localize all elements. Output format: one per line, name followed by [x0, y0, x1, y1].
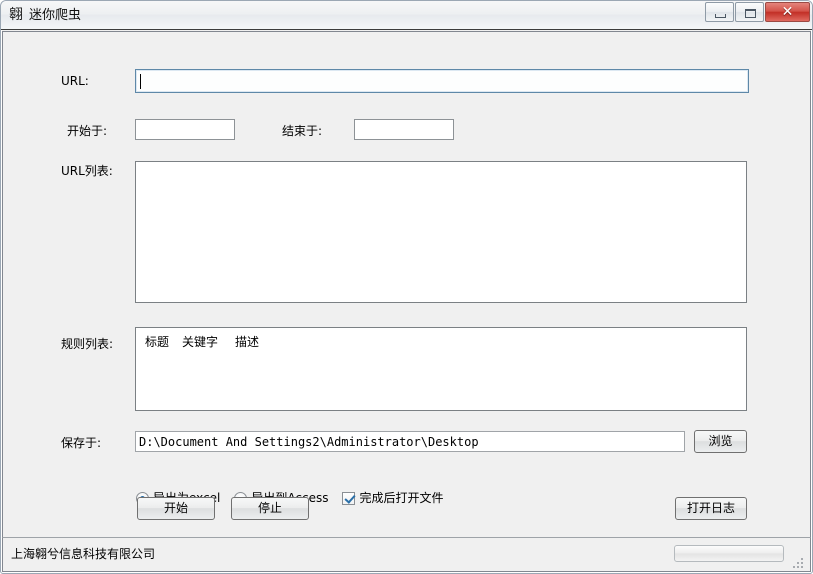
close-button[interactable]: ✕: [765, 2, 810, 22]
column-header-title[interactable]: 标题: [145, 335, 169, 350]
end-at-label: 结束于:: [282, 124, 323, 138]
save-path-input[interactable]: D:\Document And Settings2\Administrator\…: [135, 431, 685, 452]
app-window: 翱 迷你爬虫 ✕ URL: 开始于: 结束于: URL列表: 规则列表: 标题 …: [0, 0, 813, 574]
open-log-button[interactable]: 打开日志: [675, 497, 747, 520]
end-at-input[interactable]: [354, 119, 454, 140]
minimize-icon: [715, 14, 726, 18]
column-header-keyword[interactable]: 关键字: [182, 335, 218, 350]
start-button[interactable]: 开始: [137, 497, 215, 520]
url-list-textarea[interactable]: [135, 161, 747, 303]
window-title: 迷你爬虫: [29, 8, 82, 23]
start-at-input[interactable]: [135, 119, 235, 140]
column-header-description[interactable]: 描述: [235, 335, 259, 350]
window-controls: ✕: [705, 2, 810, 22]
save-to-label: 保存于:: [61, 436, 102, 450]
url-label: URL:: [61, 74, 89, 88]
rule-list-label: 规则列表:: [61, 337, 114, 351]
resize-grip-icon[interactable]: [793, 555, 806, 568]
close-icon: ✕: [781, 4, 794, 20]
checkbox-open-after-finish-label: 完成后打开文件: [359, 491, 444, 505]
status-bar-text: 上海翱兮信息科技有限公司: [11, 547, 156, 561]
status-progress-bar: [674, 545, 784, 562]
client-area: URL: 开始于: 结束于: URL列表: 规则列表: 标题 关键字 描述 保存…: [2, 31, 811, 538]
checkmark-icon[interactable]: [342, 492, 356, 505]
checkbox-open-after-finish[interactable]: 完成后打开文件: [342, 491, 444, 506]
maximize-icon: [745, 9, 756, 18]
minimize-button[interactable]: [705, 2, 734, 22]
rule-list-view[interactable]: 标题 关键字 描述: [135, 327, 747, 411]
stop-button[interactable]: 停止: [231, 497, 309, 520]
status-bar: 上海翱兮信息科技有限公司: [2, 537, 811, 572]
url-list-label: URL列表:: [61, 164, 113, 178]
title-bar[interactable]: 翱 迷你爬虫 ✕: [1, 1, 812, 30]
browse-button[interactable]: 浏览: [694, 430, 747, 453]
maximize-button[interactable]: [735, 2, 764, 22]
url-input[interactable]: [135, 69, 749, 93]
app-icon: 翱: [9, 7, 23, 23]
text-caret: [140, 74, 141, 89]
start-at-label: 开始于:: [67, 124, 108, 138]
